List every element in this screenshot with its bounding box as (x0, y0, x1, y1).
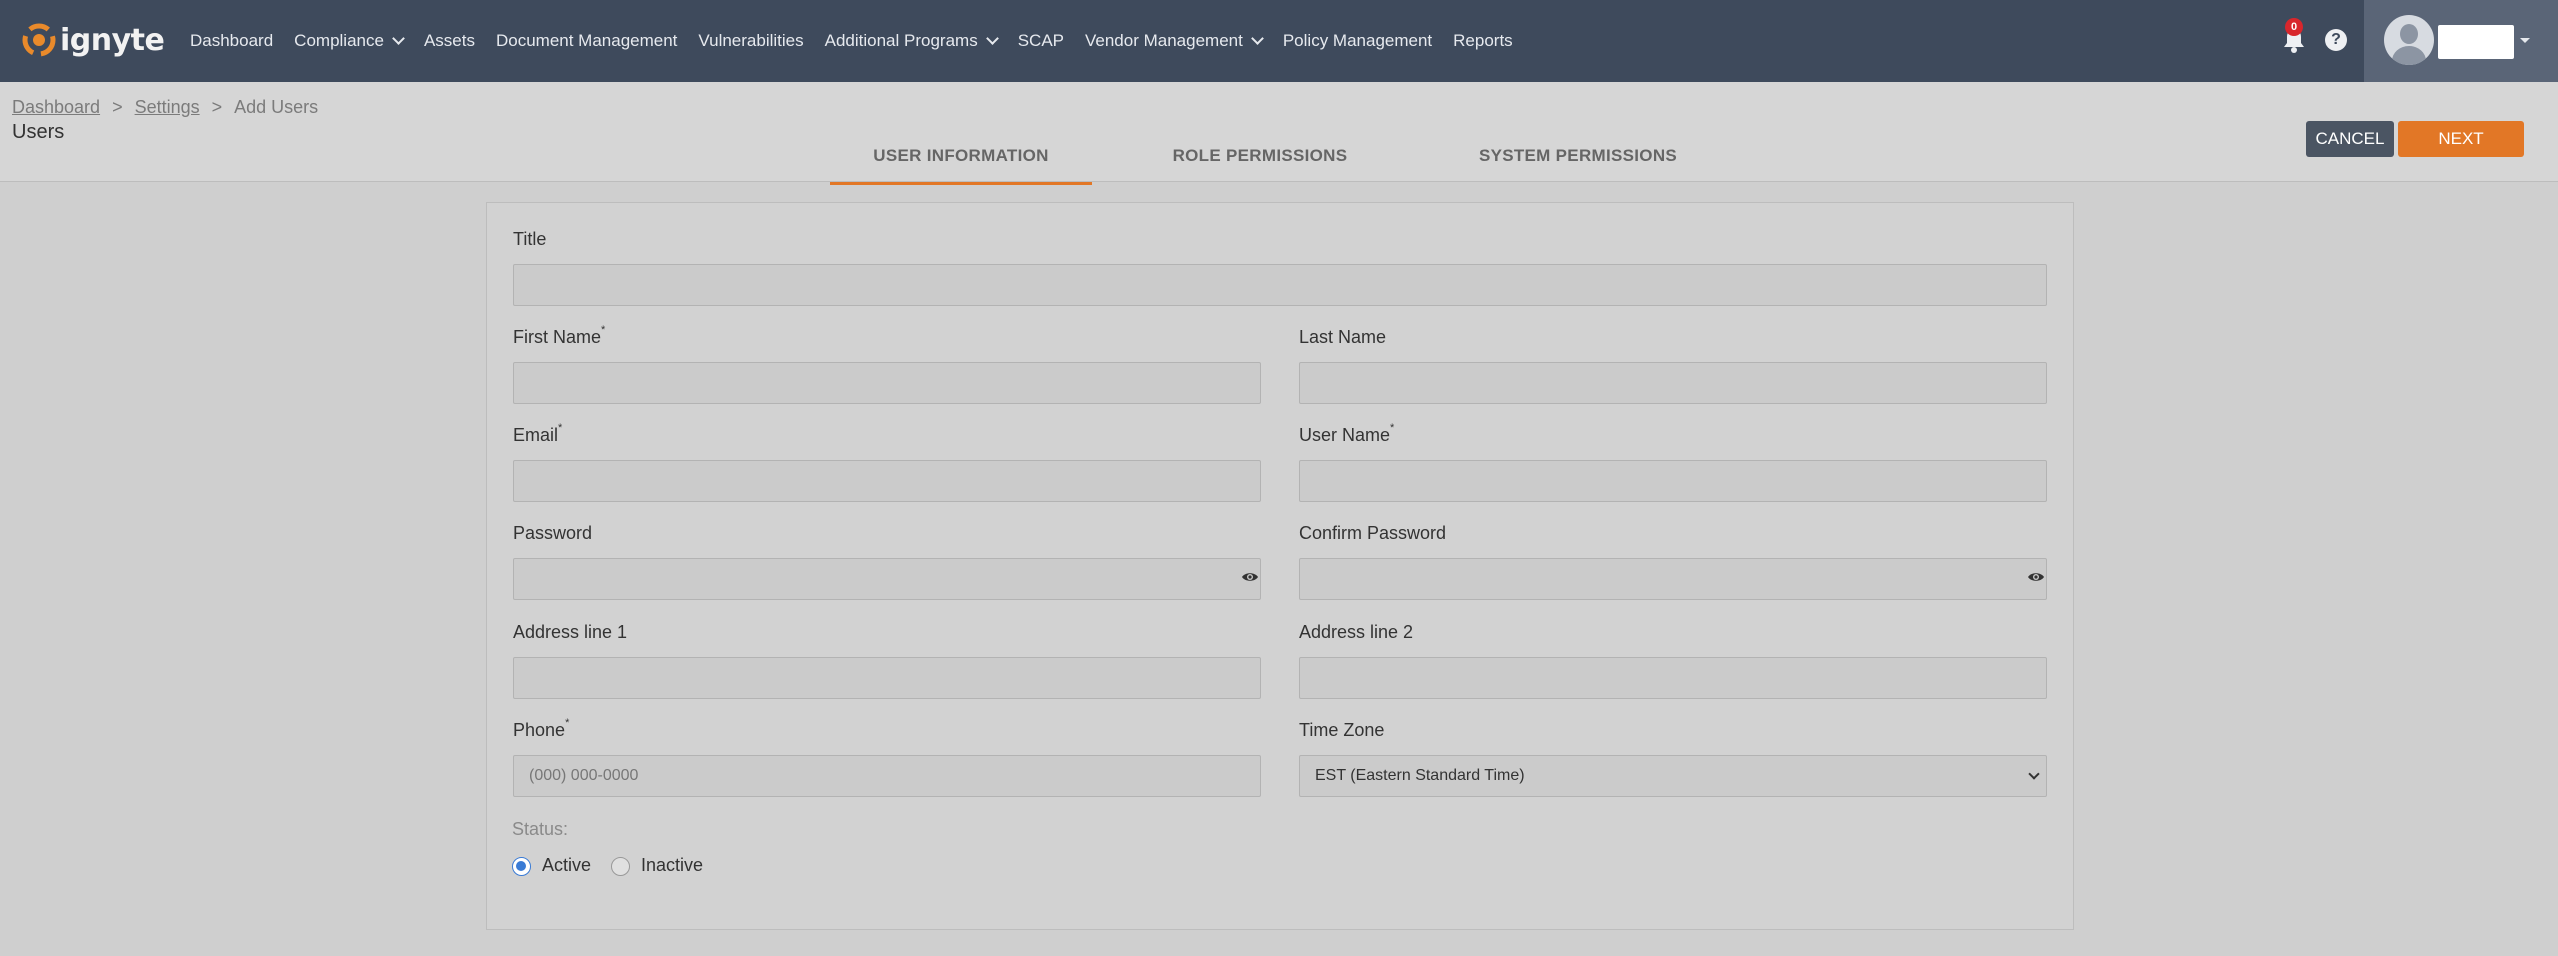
password-input[interactable] (513, 558, 1261, 600)
email-input[interactable] (513, 460, 1261, 502)
eye-icon[interactable] (1241, 571, 1259, 583)
nav-vulnerabilities-label: Vulnerabilities (698, 31, 804, 50)
ignyte-logo[interactable]: ignyte (20, 16, 165, 64)
nav-vulnerabilities[interactable]: Vulnerabilities (698, 31, 803, 51)
avatar-icon (2384, 15, 2434, 65)
status-inactive-radio[interactable] (611, 857, 630, 876)
nav-scap[interactable]: SCAP (1018, 31, 1064, 51)
nav-compliance[interactable]: Compliance (294, 31, 405, 51)
breadcrumb-settings-link[interactable]: Settings (135, 97, 200, 118)
next-button[interactable]: NEXT (2398, 121, 2524, 157)
last-name-label: Last Name (1299, 327, 1387, 347)
user-name-label: User Name* (1299, 422, 1395, 445)
status-active-radio[interactable] (512, 857, 531, 876)
breadcrumb-current: Add Users (234, 97, 319, 117)
nav-scap-label: SCAP (1017, 31, 1064, 50)
first-name-label: First Name* (513, 324, 606, 347)
email-label: Email* (513, 422, 563, 445)
page-title: Users (12, 121, 65, 143)
cancel-button[interactable]: CANCEL (2306, 121, 2394, 157)
confirm-password-label: Confirm Password (1299, 523, 1447, 543)
breadcrumb-separator: > (112, 97, 123, 117)
nav-reports[interactable]: Reports (1453, 31, 1513, 51)
help-icon[interactable]: ? (2325, 29, 2347, 51)
caret-down-icon (2520, 38, 2530, 43)
eye-icon[interactable] (2027, 571, 2045, 583)
phone-input[interactable]: (000) 000-0000 (513, 755, 1261, 797)
time-zone-select[interactable]: EST (Eastern Standard Time) (1299, 755, 2047, 797)
password-label: Password (513, 523, 593, 543)
breadcrumb-dashboard-link[interactable]: Dashboard (12, 97, 100, 118)
address-line-2-label: Address line 2 (1299, 622, 1414, 642)
last-name-input[interactable] (1299, 362, 2047, 404)
chevron-down-icon (985, 32, 999, 45)
time-zone-label: Time Zone (1299, 720, 1385, 740)
breadcrumb-separator: > (211, 97, 223, 117)
nav-assets-label: Assets (423, 31, 475, 50)
nav-dashboard-label: Dashboard (190, 31, 274, 50)
chevron-down-icon (392, 32, 405, 45)
nav-dashboard[interactable]: Dashboard (190, 31, 273, 51)
nav-policy-management[interactable]: Policy Management (1283, 31, 1432, 51)
tab-role-permissions[interactable]: ROLE PERMISSIONS (1092, 140, 1428, 185)
tab-system-permissions[interactable]: SYSTEM PERMISSIONS (1428, 140, 1728, 185)
nav-additional-programs[interactable]: Additional Programs (824, 31, 999, 51)
title-label: Title (513, 229, 547, 249)
nav-document-management-label: Document Management (495, 31, 678, 50)
nav-compliance-label: Compliance (294, 31, 384, 50)
address-line-1-label: Address line 1 (513, 622, 628, 642)
nav-vendor-management[interactable]: Vendor Management (1085, 31, 1264, 51)
nav-additional-programs-label: Additional Programs (824, 31, 978, 50)
nav-assets[interactable]: Assets (424, 31, 475, 51)
address-line-2-input[interactable] (1299, 657, 2047, 699)
tab-user-information[interactable]: USER INFORMATION (830, 140, 1092, 185)
status-label: Status: (512, 819, 569, 839)
user-name-box (2438, 25, 2514, 59)
status-inactive-label: Inactive (641, 855, 704, 875)
first-name-input[interactable] (513, 362, 1261, 404)
address-line-1-input[interactable] (513, 657, 1261, 699)
nav-vendor-management-label: Vendor Management (1085, 31, 1243, 50)
nav-policy-management-label: Policy Management (1282, 31, 1433, 50)
nav-document-management[interactable]: Document Management (496, 31, 677, 51)
nav-reports-label: Reports (1453, 31, 1513, 50)
logo-text: ignyte (60, 22, 165, 58)
logo-swirl-icon (20, 21, 58, 59)
status-active-label: Active (542, 855, 592, 875)
notification-count-badge: 0 (2285, 18, 2303, 36)
tab-bar: USER INFORMATION ROLE PERMISSIONS SYSTEM… (830, 140, 1728, 185)
breadcrumb: Dashboard > Settings > Add Users (12, 97, 318, 118)
main-nav: Dashboard Compliance Assets Document Man… (190, 0, 1534, 82)
title-input[interactable] (513, 264, 2047, 306)
chevron-down-icon (1250, 32, 1264, 45)
phone-label: Phone* (513, 717, 570, 740)
confirm-password-input[interactable] (1299, 558, 2047, 600)
user-name-input[interactable] (1299, 460, 2047, 502)
